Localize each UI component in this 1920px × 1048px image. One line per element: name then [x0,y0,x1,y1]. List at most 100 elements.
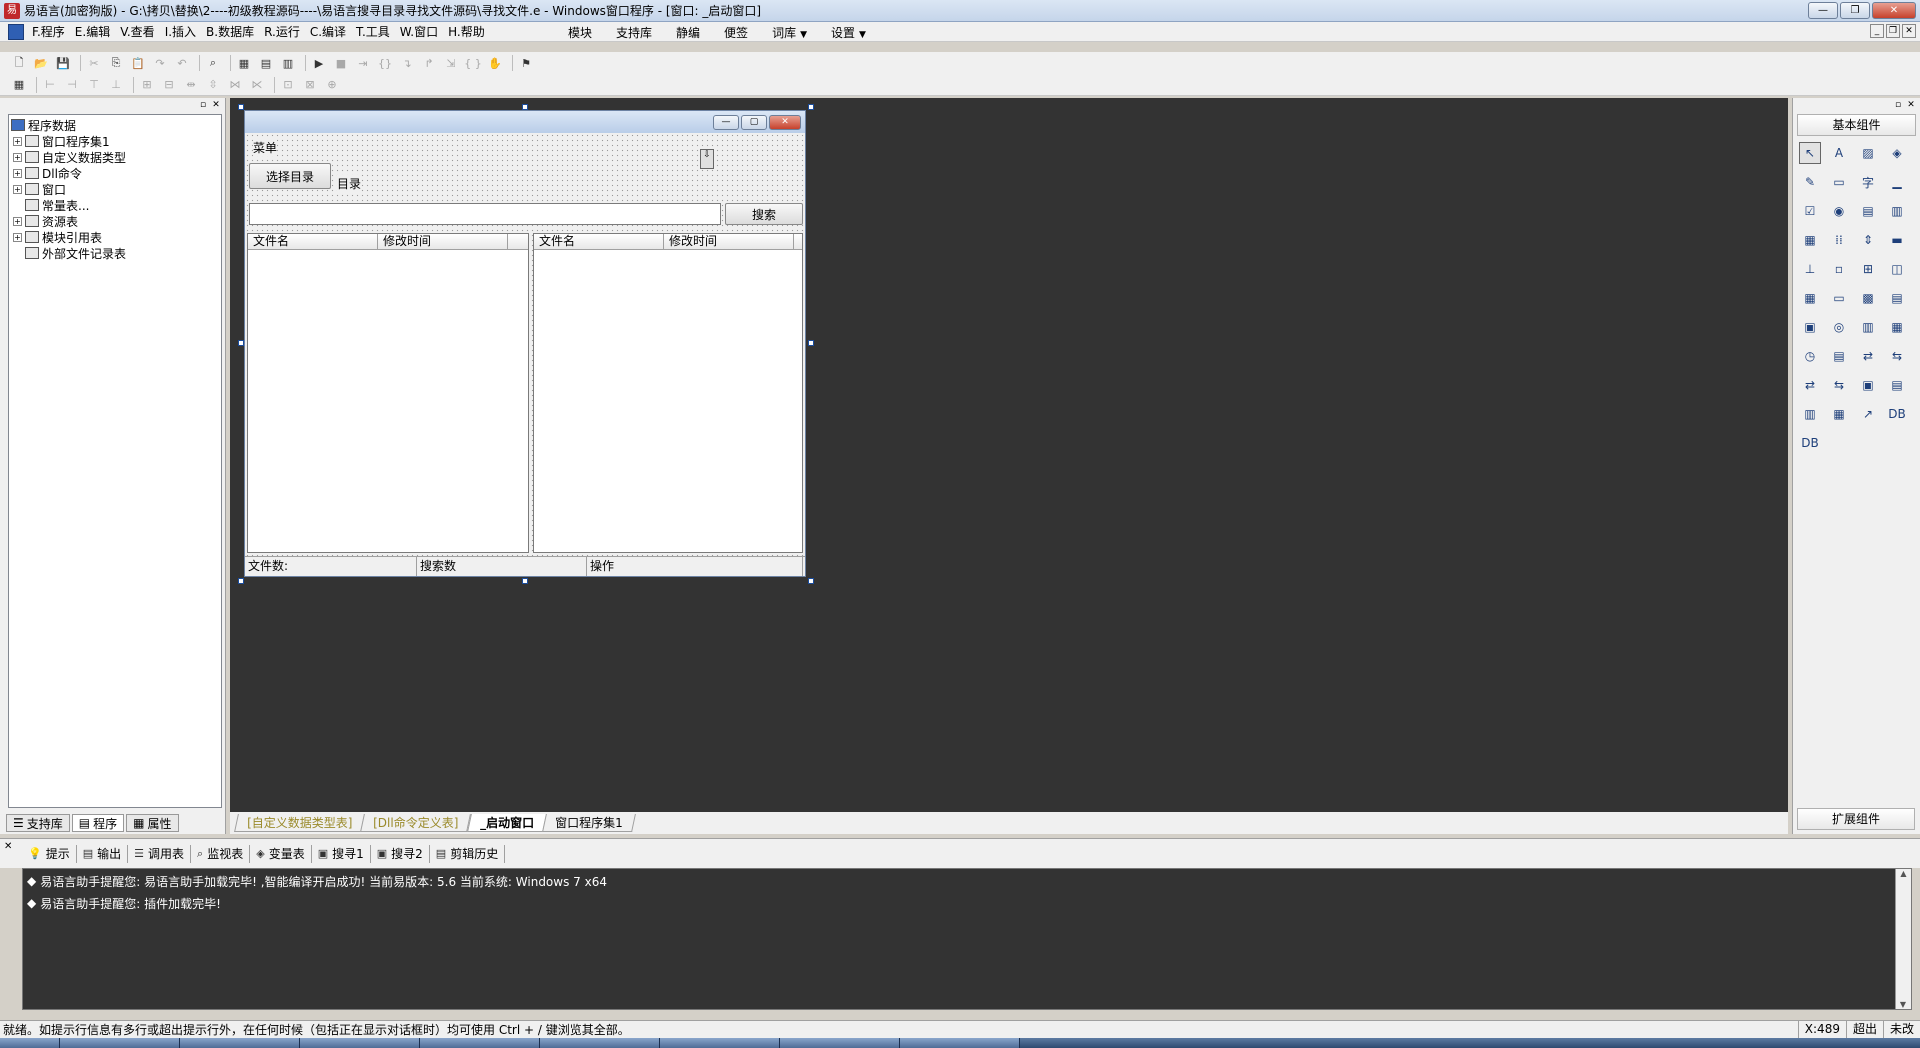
undo-icon[interactable]: ↶ [173,55,191,71]
taskbar-item[interactable] [900,1038,1020,1048]
menu-dictionary[interactable]: 词库 ▼ [760,24,819,41]
step-over-icon[interactable]: {} [376,55,394,71]
table-icon[interactable]: ▤ [1886,374,1908,396]
align-bottom-icon[interactable]: ⊥ [107,77,125,93]
taskbar-item[interactable] [540,1038,660,1048]
menu-insert[interactable]: I.插入 [160,23,201,40]
run-to-cursor-icon[interactable]: ⇲ [442,55,460,71]
pin-icon[interactable]: ▫ [198,100,208,110]
column-modified[interactable]: 修改时间 [664,234,794,250]
hyperlink-icon[interactable]: ◎ [1828,316,1850,338]
align-right-icon[interactable]: ⊣ [63,77,81,93]
menu-program[interactable]: F.程序 [27,23,70,40]
timer-icon[interactable]: ◷ [1799,345,1821,367]
center-v-icon[interactable]: ⊟ [160,77,178,93]
selection-handle[interactable] [808,104,814,110]
layout-panel-icon[interactable]: ▥ [279,55,297,71]
selection-handle[interactable] [522,578,528,584]
file-list-left[interactable]: 文件名 修改时间 [247,233,529,553]
hand-icon[interactable]: ✋ [486,55,504,71]
form-minimize-button[interactable]: — [713,114,739,130]
cut-icon[interactable]: ✂ [85,55,103,71]
tree-item-dll-commands[interactable]: + Dll命令 [11,165,219,181]
close-icon[interactable]: ✕ [1906,100,1916,110]
client-icon[interactable]: ⇆ [1886,345,1908,367]
odbc-database-icon[interactable]: DB [1886,403,1908,425]
tab-call-stack[interactable]: ☰ 调用表 [128,844,192,863]
step-out-icon[interactable]: ↱ [420,55,438,71]
animation-icon[interactable]: ⊞ [1857,258,1879,280]
drawing-icon[interactable]: ✎ [1799,171,1821,193]
tree-item-resources[interactable]: + 资源表 [11,213,219,229]
center-h-icon[interactable]: ⊞ [138,77,156,93]
pointer-icon[interactable]: ↖ [1799,142,1821,164]
selection-handle[interactable] [808,578,814,584]
align-top-icon[interactable]: ⊤ [85,77,103,93]
expand-icon[interactable]: + [13,184,22,194]
taskbar-item[interactable] [780,1038,900,1048]
mdi-close-button[interactable]: ✕ [1902,24,1916,38]
menu-module[interactable]: 模块 [556,24,604,41]
progress-bar-icon[interactable]: ▬ [1886,229,1908,251]
menu-view[interactable]: V.查看 [115,23,159,40]
close-icon[interactable]: ✕ [4,841,12,852]
menu-support-lib[interactable]: 支持库 [604,24,664,41]
taskbar-item[interactable] [300,1038,420,1048]
expand-icon[interactable]: + [13,136,22,146]
breakpoint-icon[interactable]: { } [464,55,482,71]
menu-help[interactable]: H.帮助 [443,23,490,40]
find-icon[interactable]: ⌕ [204,55,222,71]
image-box-icon[interactable]: ◫ [1886,258,1908,280]
taskbar-item[interactable] [660,1038,780,1048]
tab-variables[interactable]: ◈ 变量表 [250,844,312,863]
step-into-icon[interactable]: ↴ [398,55,416,71]
output-scrollbar[interactable]: ▲ ▼ [1895,869,1911,1009]
close-icon[interactable]: ✕ [211,100,221,110]
tree-item-constants[interactable]: 常量表... [11,197,219,213]
column-filename[interactable]: 文件名 [534,234,664,250]
align-left-icon[interactable]: ⊢ [41,77,59,93]
redo-icon[interactable]: ↷ [151,55,169,71]
serial-port-icon[interactable]: ⇆ [1828,374,1850,396]
open-folder-icon[interactable]: 📂 [32,55,50,71]
tree-item-root[interactable]: 程序数据 [11,117,219,133]
chart-icon[interactable]: ↗ [1857,403,1879,425]
tree-item-windows[interactable]: + 窗口 [11,181,219,197]
server-icon[interactable]: ⇄ [1857,345,1879,367]
expand-icon[interactable]: + [13,232,22,242]
extension-components-button[interactable]: 扩展组件 [1797,808,1915,830]
menu-compile[interactable]: C.编译 [305,23,351,40]
shape-icon[interactable]: ◈ [1886,142,1908,164]
minimize-button[interactable]: — [1808,2,1838,19]
paste-icon[interactable]: 📋 [129,55,147,71]
adjuster-icon[interactable]: ▥ [1857,316,1879,338]
menu-notes[interactable]: 便签 [712,24,760,41]
menu-static-compile[interactable]: 静编 [664,24,712,41]
run-icon[interactable]: ▶ [310,55,328,71]
drive-box-icon[interactable]: ▩ [1857,287,1879,309]
close-button[interactable]: ✕ [1872,2,1916,19]
expand-icon[interactable]: + [13,168,22,178]
tab-startup-window[interactable]: _启动窗口 [466,814,547,832]
taskbar-item[interactable] [180,1038,300,1048]
expand-icon[interactable]: + [13,152,22,162]
selection-handle[interactable] [238,578,244,584]
date-picker-icon[interactable]: ▭ [1828,287,1850,309]
radio-icon[interactable]: ◉ [1828,200,1850,222]
common-dialog-icon[interactable]: ▦ [1886,316,1908,338]
center-form-v-icon[interactable]: ⊠ [301,77,319,93]
tree-item-external-files[interactable]: 外部文件记录表 [11,245,219,261]
file-box-icon[interactable]: ▤ [1886,287,1908,309]
new-file-icon[interactable]: 🗋 [10,55,28,71]
mdi-minimize-button[interactable]: _ [1870,24,1884,38]
expand-icon[interactable]: + [13,216,22,226]
provider-icon[interactable]: ▦ [1828,403,1850,425]
file-list-right[interactable]: 文件名 修改时间 [533,233,803,553]
tab-output[interactable]: ▤ 输出 [77,844,129,863]
port-icon[interactable]: ⇄ [1799,374,1821,396]
printer-icon[interactable]: ▤ [1828,345,1850,367]
center-form-h-icon[interactable]: ⊡ [279,77,297,93]
text-icon[interactable]: 字 [1857,171,1879,193]
tab-search-1[interactable]: ▣ 搜寻1 [312,844,371,863]
restore-button[interactable]: ❐ [1840,2,1870,19]
